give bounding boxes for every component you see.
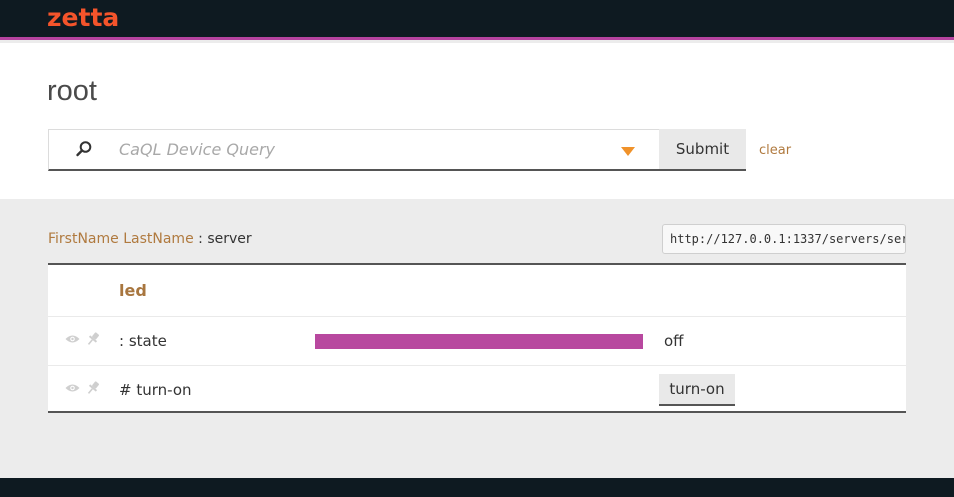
chevron-down-icon[interactable] bbox=[621, 147, 635, 156]
server-heading: FirstName LastName : server bbox=[48, 231, 252, 247]
user-name[interactable]: FirstName LastName bbox=[48, 231, 194, 247]
server-separator: : bbox=[193, 231, 208, 247]
footer bbox=[0, 478, 954, 497]
device-card: led : state off # turn-on turn-on bbox=[48, 263, 906, 413]
state-row: : state off bbox=[48, 316, 906, 365]
page-header: root Submit clear bbox=[0, 43, 954, 199]
pin-icon[interactable] bbox=[85, 380, 101, 396]
query-box bbox=[48, 129, 660, 171]
eye-icon[interactable] bbox=[65, 383, 80, 393]
action-label: # turn-on bbox=[119, 381, 192, 399]
turn-on-button[interactable]: turn-on bbox=[659, 374, 735, 406]
page-title: root bbox=[47, 75, 97, 107]
device-name[interactable]: led bbox=[119, 281, 147, 300]
submit-button[interactable]: Submit bbox=[659, 129, 746, 171]
top-bar: zetta bbox=[0, 0, 954, 40]
logo[interactable]: zetta bbox=[47, 3, 119, 32]
search-icon bbox=[76, 141, 92, 157]
state-label: : state bbox=[119, 332, 167, 350]
pin-icon[interactable] bbox=[85, 331, 101, 347]
state-bar bbox=[315, 334, 643, 349]
query-input[interactable] bbox=[119, 130, 599, 168]
server-url-field[interactable]: http://127.0.0.1:1337/servers/server bbox=[662, 224, 906, 254]
server-name: server bbox=[207, 231, 252, 247]
action-row: # turn-on turn-on bbox=[48, 365, 906, 414]
eye-icon[interactable] bbox=[65, 334, 80, 344]
clear-link[interactable]: clear bbox=[759, 143, 791, 158]
state-value: off bbox=[664, 332, 684, 350]
